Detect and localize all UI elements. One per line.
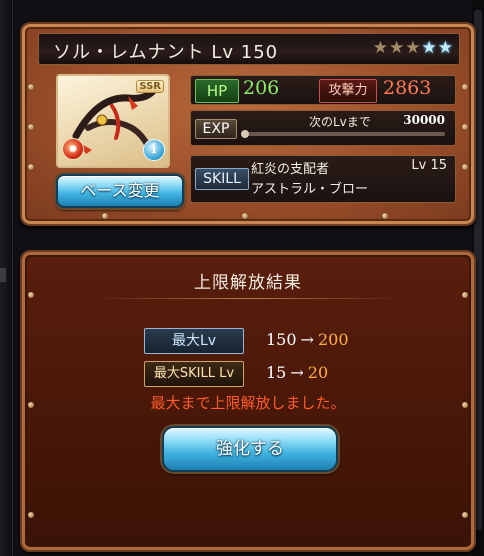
exp-panel: EXP 次のLvまで 30000 bbox=[190, 110, 456, 146]
max-level-from: 150 bbox=[266, 330, 297, 349]
sidebar-notch bbox=[0, 268, 6, 282]
hp-attack-panel: HP 206 攻撃力 2863 bbox=[190, 75, 456, 105]
max-level-change: 150 → 200 bbox=[266, 330, 349, 349]
star-dim-icon: ★ bbox=[405, 38, 421, 58]
next-level-value: 30000 bbox=[403, 113, 445, 127]
fire-element-icon: ✹ bbox=[62, 138, 84, 160]
max-level-label: 最大Lv bbox=[144, 328, 244, 354]
next-level-label: 次のLvまで bbox=[309, 115, 371, 129]
rivet bbox=[28, 84, 34, 90]
skill-name: 紅炎の支配者 bbox=[251, 162, 330, 177]
rivet bbox=[462, 84, 468, 90]
character-title-bar: ソル・レムナント Lv 150 ★ ★ ★ ★ ★ bbox=[38, 33, 460, 65]
skill-name-2: アストラル・ブロー bbox=[251, 182, 369, 197]
title-divider bbox=[92, 298, 404, 299]
character-card: ソル・レムナント Lv 150 ★ ★ ★ ★ ★ SSR ✹ i ベース変更 HP 2… bbox=[20, 22, 476, 226]
star-dim-icon: ★ bbox=[389, 38, 405, 58]
rivet bbox=[28, 512, 34, 518]
rivet bbox=[242, 213, 248, 219]
limit-break-complete-message: 最大まで上限解放しました。 bbox=[150, 394, 346, 412]
base-change-button[interactable]: ベース変更 bbox=[56, 174, 184, 208]
rivet bbox=[28, 164, 34, 170]
arrow-icon: → bbox=[300, 330, 314, 349]
rarity-stars: ★ ★ ★ ★ ★ bbox=[373, 38, 453, 58]
rivet bbox=[382, 213, 388, 219]
max-skill-level-change: 15 → 20 bbox=[266, 363, 328, 382]
rivet bbox=[28, 124, 34, 130]
character-portrait[interactable]: SSR ✹ i bbox=[56, 74, 170, 168]
left-sidebar bbox=[0, 0, 13, 556]
rivet bbox=[462, 124, 468, 130]
max-skill-to: 20 bbox=[307, 363, 329, 382]
max-skill-level-label: 最大SKILL Lv bbox=[144, 361, 244, 387]
hp-value: 206 bbox=[243, 77, 280, 99]
attack-value: 2863 bbox=[383, 77, 432, 99]
rivet bbox=[462, 512, 468, 518]
rivet bbox=[102, 213, 108, 219]
skill-label: SKILL bbox=[195, 168, 249, 190]
max-skill-from: 15 bbox=[266, 363, 287, 382]
limit-break-result-panel: 上限解放結果 最大Lv 150 → 200 最大SKILL Lv 15 → 20 最大ま… bbox=[20, 250, 476, 552]
attack-label: 攻撃力 bbox=[319, 79, 377, 103]
skill-level: Lv 15 bbox=[411, 158, 447, 173]
ssr-badge: SSR bbox=[136, 80, 164, 93]
info-icon[interactable]: i bbox=[143, 139, 165, 161]
star-lit-icon: ★ bbox=[421, 38, 437, 58]
exp-progress-bar bbox=[241, 130, 445, 138]
exp-label: EXP bbox=[195, 119, 237, 139]
skill-panel: SKILL 紅炎の支配者 Lv 15 アストラル・ブロー bbox=[190, 155, 456, 203]
exp-progress-knob bbox=[241, 130, 249, 138]
rivet bbox=[462, 164, 468, 170]
max-level-to: 200 bbox=[317, 330, 349, 349]
hp-label: HP bbox=[195, 79, 239, 103]
star-lit-icon: ★ bbox=[437, 38, 453, 58]
enhance-button[interactable]: 強化する bbox=[162, 426, 338, 472]
arrow-icon: → bbox=[290, 363, 304, 382]
star-dim-icon: ★ bbox=[372, 38, 388, 58]
result-title: 上限解放結果 bbox=[194, 273, 302, 293]
character-name: ソル・レムナント Lv 150 bbox=[53, 42, 279, 63]
